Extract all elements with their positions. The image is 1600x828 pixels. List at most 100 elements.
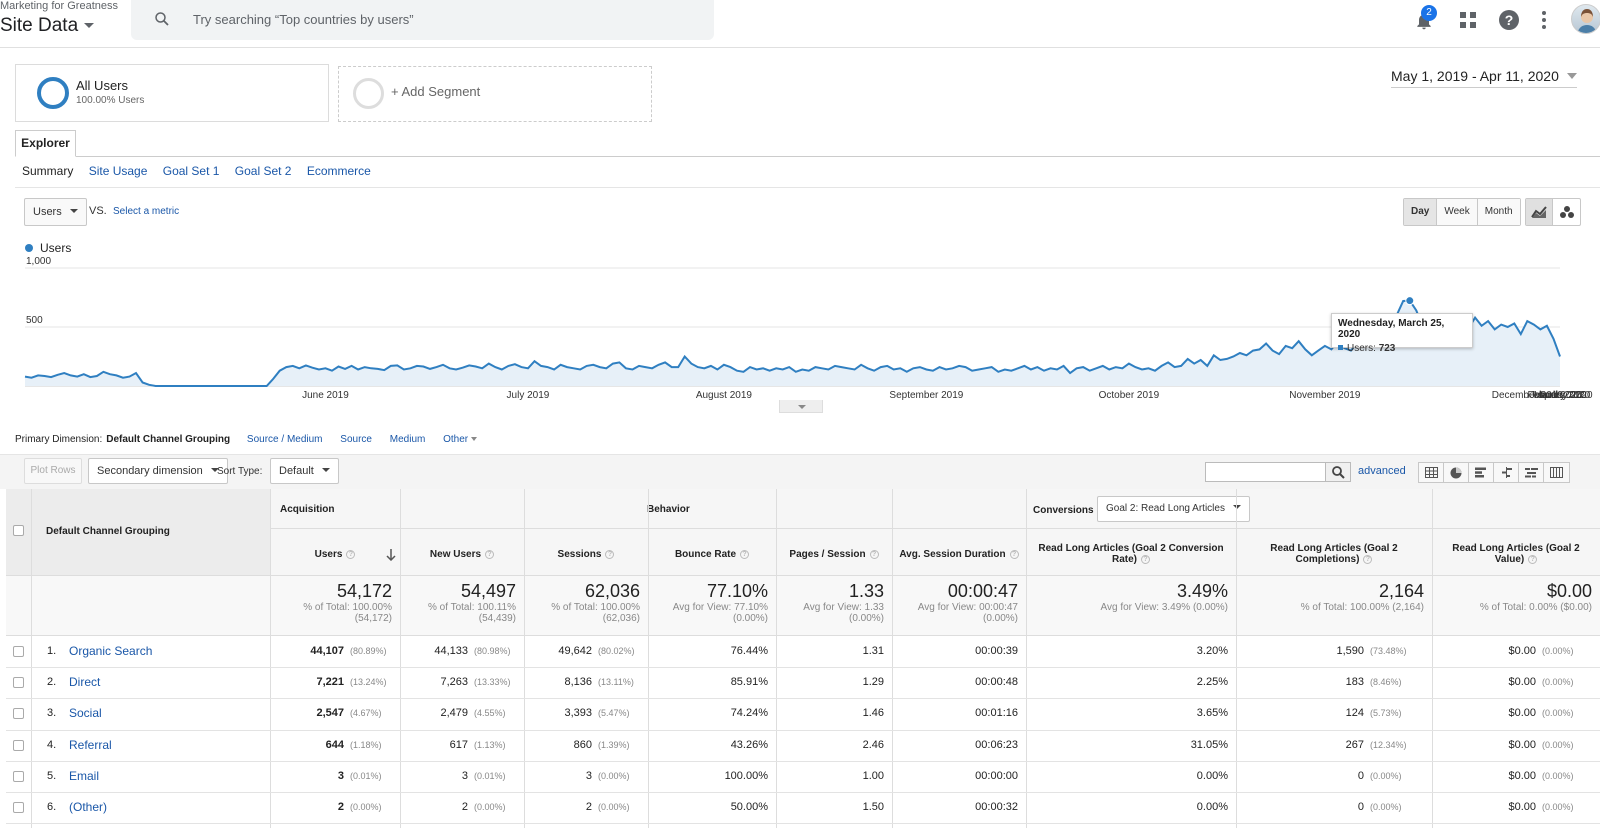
sort-arrow-icon: [386, 549, 396, 561]
column-header[interactable]: Sessions?: [524, 535, 648, 573]
segment-all-users[interactable]: All Users 100.00% Users: [15, 64, 329, 122]
column-header[interactable]: Pages / Session?: [776, 535, 892, 573]
row-checkbox[interactable]: [13, 708, 24, 720]
term-cloud-view-button[interactable]: [1519, 463, 1544, 482]
column-header[interactable]: Bounce Rate?: [648, 535, 776, 573]
metric-dropdown[interactable]: Users: [24, 198, 87, 226]
granularity-week-button[interactable]: Week: [1437, 199, 1478, 225]
row-checkbox[interactable]: [13, 646, 24, 657]
column-header[interactable]: Read Long Articles (Goal 2 Value)?: [1432, 535, 1600, 573]
hover-point: [1405, 296, 1415, 306]
row-checkbox[interactable]: [13, 770, 24, 782]
motion-chart-button[interactable]: [1553, 199, 1580, 225]
dimension-source[interactable]: Source: [340, 434, 372, 445]
advanced-filter-link[interactable]: advanced: [1358, 465, 1406, 477]
granularity-month-button[interactable]: Month: [1477, 199, 1520, 225]
help-icon[interactable]: ?: [869, 549, 879, 559]
help-icon[interactable]: ?: [1498, 9, 1520, 31]
performance-view-button[interactable]: [1469, 463, 1494, 482]
column-header[interactable]: Avg. Session Duration?: [892, 535, 1026, 573]
table-cell: 00:01:16: [892, 707, 1018, 719]
table-search-input[interactable]: [1205, 462, 1326, 482]
search-input[interactable]: Try searching “Top countries by users”: [193, 12, 414, 27]
help-icon[interactable]: ?: [1009, 549, 1019, 559]
more-vert-icon[interactable]: [1541, 10, 1547, 30]
cell-value: $0.00: [1508, 801, 1536, 813]
row-checkbox[interactable]: [13, 739, 24, 751]
dimension-column-header[interactable]: Default Channel Grouping: [46, 526, 170, 537]
channel-link[interactable]: Email: [69, 769, 99, 783]
line-chart-button[interactable]: [1526, 199, 1554, 225]
column-header[interactable]: New Users?: [400, 535, 524, 573]
cell-value: 00:06:23: [975, 738, 1018, 751]
cell-percent: (0.00%): [1542, 677, 1574, 688]
property-name: Site Data: [0, 15, 79, 36]
secondary-dimension-dropdown[interactable]: Secondary dimension: [88, 458, 228, 484]
dimension-other[interactable]: Other: [443, 434, 477, 445]
table-cell: $0.00 (0.00%): [1432, 707, 1592, 719]
subtab-ecommerce[interactable]: Ecommerce: [307, 164, 371, 178]
cell-value: 124: [1345, 707, 1364, 720]
help-icon[interactable]: ?: [1528, 555, 1538, 564]
comparison-view-button[interactable]: [1494, 463, 1519, 482]
channel-link[interactable]: Referral: [69, 738, 112, 752]
table-search-button[interactable]: [1325, 462, 1351, 482]
total-subtext: Avg for View: 1.33: [803, 602, 884, 613]
subtab-goal-set-2[interactable]: Goal Set 2: [235, 164, 292, 178]
cell-value: 3.65%: [1196, 707, 1228, 720]
column-header-label: Read Long Articles (Goal 2 Value): [1452, 543, 1580, 565]
row-checkbox[interactable]: [13, 677, 24, 689]
pie-view-button[interactable]: [1444, 463, 1469, 482]
cell-value: 1.46: [862, 707, 884, 720]
row-divider: [6, 729, 1600, 731]
granularity-day-button[interactable]: Day: [1404, 199, 1438, 225]
cell-percent: (0.00%): [1542, 802, 1574, 812]
table-cell: 644 (1.18%): [270, 739, 392, 751]
row-checkbox[interactable]: [13, 802, 24, 813]
collapse-chart-handle[interactable]: [779, 400, 823, 413]
column-header[interactable]: Read Long Articles (Goal 2 Conversion Ra…: [1026, 535, 1236, 573]
add-segment-button[interactable]: + Add Segment: [338, 66, 652, 122]
avatar[interactable]: [1571, 4, 1600, 34]
table-cell: 1,590 (73.48%): [1236, 645, 1424, 657]
table-cell: 31.05%: [1026, 739, 1228, 751]
row-number: 4.: [47, 738, 57, 751]
apps-grid-icon[interactable]: [1459, 11, 1477, 29]
channel-link[interactable]: Organic Search: [69, 644, 152, 658]
plot-rows-button[interactable]: Plot Rows: [24, 458, 82, 484]
sort-type-dropdown[interactable]: Default: [270, 458, 339, 484]
search-icon: [1332, 466, 1345, 479]
channel-link[interactable]: Social: [69, 706, 102, 720]
x-tick-label: August 2019: [696, 390, 753, 400]
table-cell: 74.24%: [648, 707, 768, 719]
column-header-label: New Users: [429, 548, 482, 560]
cell-value: 1.50: [862, 801, 884, 813]
pivot-view-button[interactable]: [1544, 463, 1569, 482]
help-icon[interactable]: ?: [1141, 555, 1150, 564]
data-view-button[interactable]: [1419, 463, 1444, 482]
tab-explorer[interactable]: Explorer: [15, 130, 76, 157]
subtab-summary[interactable]: Summary: [22, 164, 73, 178]
row-number: 3.: [47, 707, 57, 720]
help-icon[interactable]: ?: [740, 549, 750, 559]
column-header[interactable]: Read Long Articles (Goal 2 Completions)?: [1236, 535, 1432, 573]
help-icon[interactable]: ?: [605, 549, 615, 559]
help-icon[interactable]: ?: [1363, 555, 1373, 564]
goal-selector-dropdown[interactable]: Goal 2: Read Long Articles: [1097, 496, 1250, 522]
table-cell: 3 (0.01%): [400, 770, 516, 782]
channel-link[interactable]: Direct: [69, 675, 100, 689]
cell-value: 43.26%: [730, 738, 768, 751]
dimension-medium[interactable]: Medium: [390, 434, 426, 445]
cell-value: 1.29: [862, 676, 884, 689]
date-range-picker[interactable]: May 1, 2019 - Apr 11, 2020: [1391, 68, 1577, 88]
help-icon[interactable]: ?: [485, 549, 495, 559]
channel-link[interactable]: (Other): [69, 800, 107, 814]
subtab-goal-set-1[interactable]: Goal Set 1: [163, 164, 220, 178]
column-header-label: Avg. Session Duration: [899, 548, 1006, 560]
dimension-source-medium[interactable]: Source / Medium: [247, 434, 323, 445]
property-selector[interactable]: Site Data: [0, 15, 95, 37]
select-metric-link[interactable]: Select a metric: [113, 206, 179, 217]
select-all-checkbox[interactable]: [13, 525, 24, 536]
chevron-down-icon: [321, 468, 330, 472]
subtab-site-usage[interactable]: Site Usage: [89, 164, 148, 178]
